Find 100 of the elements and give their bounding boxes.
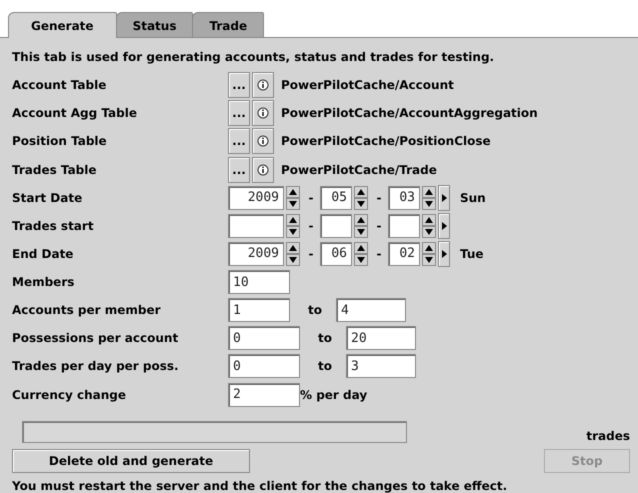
- date-separator: -: [376, 190, 382, 205]
- year-field[interactable]: [228, 214, 284, 238]
- info-button[interactable]: [252, 128, 274, 154]
- spin-down-button[interactable]: [422, 198, 436, 210]
- day-field[interactable]: 02: [388, 242, 420, 266]
- spin-down-button[interactable]: [286, 198, 300, 210]
- date-separator: -: [308, 246, 314, 261]
- calendar-button[interactable]: [438, 240, 450, 267]
- down-arrow-icon: [289, 200, 297, 207]
- table-path: PowerPilotCache/AccountAggregation: [281, 106, 538, 120]
- spin-down-button[interactable]: [286, 226, 300, 238]
- table-path: PowerPilotCache/Trade: [281, 162, 437, 177]
- field-label: Members: [12, 275, 76, 290]
- spin-up-button[interactable]: [422, 186, 436, 198]
- spin-down-button[interactable]: [422, 226, 436, 238]
- input-field[interactable]: 0: [228, 326, 300, 350]
- spin-up-button[interactable]: [354, 186, 368, 198]
- info-button[interactable]: [252, 72, 274, 98]
- spin-up-button[interactable]: [286, 214, 300, 226]
- up-arrow-icon: [425, 244, 433, 251]
- down-arrow-icon: [425, 228, 433, 235]
- info-icon: [257, 107, 269, 120]
- spin-up-button[interactable]: [286, 186, 300, 198]
- spin-down-button[interactable]: [354, 254, 368, 266]
- date-separator: -: [308, 218, 314, 233]
- up-arrow-icon: [357, 244, 365, 251]
- browse-button[interactable]: ...: [228, 100, 250, 126]
- spin-up-button[interactable]: [422, 242, 436, 254]
- spin-up-button[interactable]: [354, 214, 368, 226]
- tab[interactable]: Trade: [192, 12, 264, 37]
- info-icon: [257, 135, 269, 148]
- down-arrow-icon: [425, 256, 433, 263]
- browse-button[interactable]: ...: [228, 156, 250, 183]
- browse-button[interactable]: ...: [228, 72, 250, 98]
- month-field[interactable]: 05: [320, 186, 352, 210]
- month-field[interactable]: [320, 214, 352, 238]
- spin-down-button[interactable]: [422, 254, 436, 266]
- month-field[interactable]: 06: [320, 242, 352, 266]
- up-arrow-icon: [357, 216, 365, 223]
- year-field[interactable]: 2009: [228, 242, 284, 266]
- calendar-button[interactable]: [438, 212, 450, 239]
- browse-button[interactable]: ...: [228, 128, 250, 154]
- field-label: End Date: [12, 246, 74, 261]
- unit-label: % per day: [300, 388, 368, 402]
- field-label: Possessions per account: [12, 331, 180, 346]
- field-label: Accounts per member: [12, 303, 162, 318]
- year-field[interactable]: 2009: [228, 186, 284, 210]
- info-icon: [257, 79, 269, 92]
- info-button[interactable]: [252, 156, 274, 183]
- field-label: Trades per day per poss.: [12, 359, 180, 374]
- field-label: Trades start: [12, 218, 95, 233]
- spin-up-button[interactable]: [354, 242, 368, 254]
- description-text: This tab is used for generating accounts, status and trades for testing.: [12, 50, 494, 64]
- spin-up-button[interactable]: [286, 242, 300, 254]
- info-button[interactable]: [252, 100, 274, 126]
- field-label: Position Table: [12, 134, 108, 148]
- down-arrow-icon: [289, 256, 297, 263]
- day-field[interactable]: 03: [388, 186, 420, 210]
- day-field[interactable]: [388, 214, 420, 238]
- up-arrow-icon: [289, 188, 297, 195]
- input-field[interactable]: 2: [228, 382, 300, 407]
- down-arrow-icon: [357, 256, 365, 263]
- down-arrow-icon: [425, 200, 433, 207]
- date-separator: -: [376, 218, 382, 233]
- up-arrow-icon: [357, 188, 365, 195]
- range-label: to: [308, 303, 323, 318]
- spin-down-button[interactable]: [286, 254, 300, 266]
- field-label: Account Agg Table: [12, 106, 138, 120]
- input-field[interactable]: 4: [336, 298, 406, 322]
- input-field[interactable]: 10: [228, 270, 290, 294]
- date-separator: -: [376, 246, 382, 261]
- right-arrow-icon: [442, 222, 446, 230]
- table-path: PowerPilotCache/Account: [281, 78, 454, 92]
- up-arrow-icon: [425, 188, 433, 195]
- right-arrow-icon: [442, 250, 446, 258]
- up-arrow-icon: [289, 216, 297, 223]
- input-field[interactable]: 1: [228, 298, 290, 322]
- input-field[interactable]: 3: [346, 354, 416, 378]
- date-separator: -: [308, 190, 314, 205]
- field-label: Currency change: [12, 388, 128, 402]
- weekday-label: Sun: [460, 190, 486, 205]
- spin-down-button[interactable]: [354, 226, 368, 238]
- weekday-label: Tue: [460, 246, 484, 261]
- range-label: to: [318, 359, 333, 374]
- field-label: Trades Table: [12, 162, 98, 177]
- input-field[interactable]: 0: [228, 354, 300, 378]
- input-field[interactable]: 20: [346, 326, 416, 350]
- generate-button[interactable]: Delete old and generate: [12, 448, 250, 473]
- progress-unit: trades: [586, 428, 630, 443]
- spin-up-button[interactable]: [422, 214, 436, 226]
- field-label: Start Date: [12, 190, 84, 205]
- table-path: PowerPilotCache/PositionClose: [281, 134, 491, 148]
- spin-down-button[interactable]: [354, 198, 368, 210]
- field-label: Account Table: [12, 78, 108, 92]
- range-label: to: [318, 331, 333, 346]
- tab[interactable]: Generate: [8, 12, 117, 38]
- calendar-button[interactable]: [438, 184, 450, 211]
- tab[interactable]: Status: [116, 12, 194, 37]
- down-arrow-icon: [357, 228, 365, 235]
- right-arrow-icon: [442, 194, 446, 202]
